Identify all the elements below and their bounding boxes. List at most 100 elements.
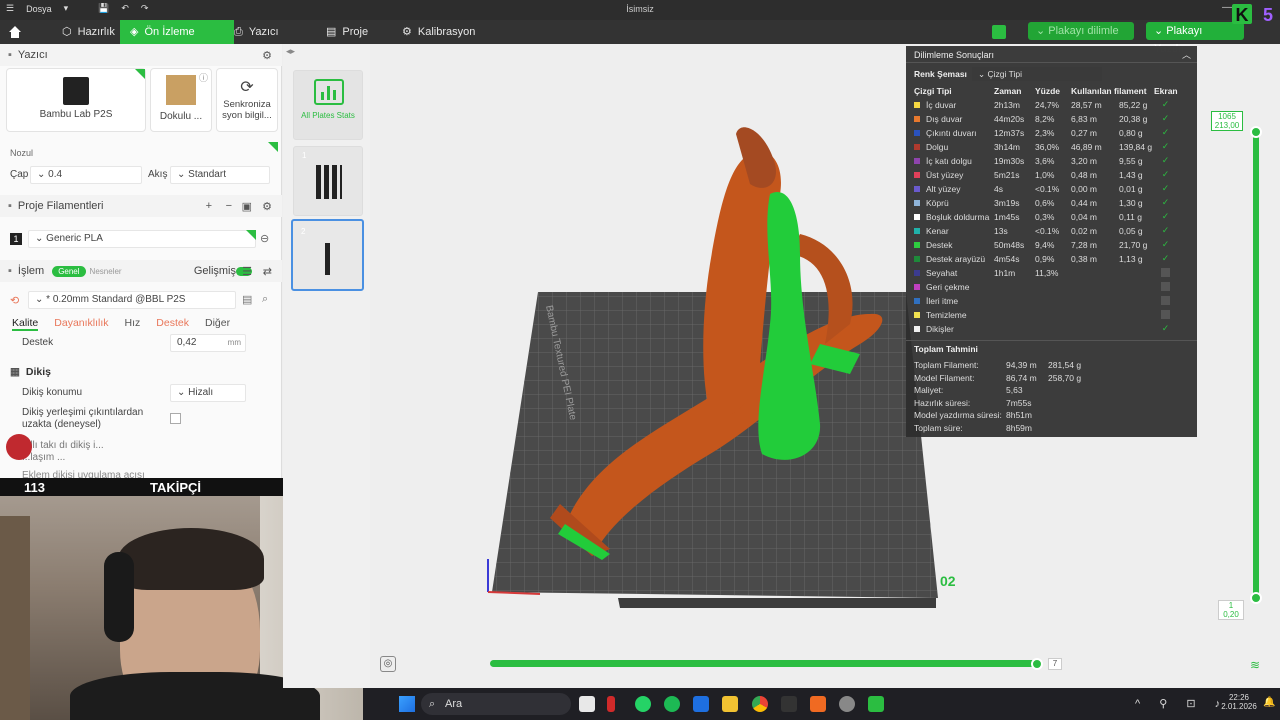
- chrome-icon[interactable]: [752, 696, 768, 712]
- display-checkbox[interactable]: ✓: [1161, 282, 1170, 291]
- tab-project[interactable]: ▤ Proje: [316, 20, 378, 44]
- collapse-sidebar-icon[interactable]: ◂▸: [286, 46, 295, 57]
- all-plates-stats-button[interactable]: All Plates Stats: [293, 70, 363, 140]
- line-type-percent: 24,7%: [1035, 100, 1060, 110]
- display-checkbox[interactable]: ✓: [1161, 212, 1170, 221]
- reset-icon[interactable]: ⟲: [10, 294, 19, 307]
- color-swatch: [914, 228, 920, 234]
- info-icon[interactable]: ⓘ: [199, 71, 208, 84]
- app-icon[interactable]: [810, 696, 826, 712]
- display-checkbox[interactable]: ✓: [1161, 254, 1170, 263]
- display-checkbox[interactable]: ✓: [1161, 128, 1170, 137]
- diameter-select[interactable]: ⌄ 0.4: [30, 166, 142, 184]
- tab-prepare[interactable]: ⬡ Hazırlık: [52, 20, 125, 44]
- gear-icon[interactable]: ⚙: [262, 200, 272, 213]
- flow-select[interactable]: ⌄ Standart: [170, 166, 270, 184]
- toggle-objects[interactable]: Nesneler: [86, 266, 126, 277]
- display-checkbox[interactable]: ✓: [1161, 296, 1170, 305]
- move-slider-track[interactable]: [490, 660, 1038, 667]
- tab-calibration[interactable]: ⚙ Kalibrasyon: [392, 20, 485, 44]
- line-type-length: 7,28 m: [1071, 240, 1097, 250]
- save-profile-icon[interactable]: ▤: [242, 293, 252, 306]
- line-type-length: 0,44 m: [1071, 198, 1097, 208]
- slice-plate-button[interactable]: ⌄ Plakayı dilimle: [1028, 22, 1134, 40]
- clock-time: 22:26: [1228, 693, 1250, 702]
- display-checkbox[interactable]: ✓: [1161, 156, 1170, 165]
- display-checkbox[interactable]: ✓: [1161, 114, 1170, 123]
- tab-printer[interactable]: ⎙ Yazıcı: [224, 20, 289, 44]
- printer-card[interactable]: Bambu Lab P2S: [6, 68, 146, 132]
- collapse-icon[interactable]: ▪: [8, 200, 12, 212]
- display-checkbox[interactable]: ✓: [1161, 310, 1170, 319]
- toggle-general[interactable]: Genel: [52, 265, 86, 277]
- line-type-name: Dolgu: [926, 142, 949, 152]
- plate-layout-icon[interactable]: [992, 25, 1006, 39]
- remove-filament-icon[interactable]: ⊖: [260, 232, 269, 245]
- subtab-speed[interactable]: Hız: [125, 317, 141, 331]
- subtab-support[interactable]: Destek: [156, 317, 189, 331]
- whatsapp-icon[interactable]: [635, 696, 651, 712]
- line-type-percent: 8,2%: [1035, 114, 1055, 124]
- move-slider-handle[interactable]: [1031, 658, 1043, 670]
- search-icon[interactable]: ⌕: [262, 293, 268, 306]
- file-explorer-icon[interactable]: [722, 696, 738, 712]
- logo-5: 5: [1263, 5, 1274, 25]
- ams-icon[interactable]: ▣: [242, 200, 252, 213]
- app-icon[interactable]: [607, 696, 615, 712]
- display-checkbox[interactable]: ✓: [1161, 184, 1170, 193]
- epic-games-icon[interactable]: [781, 696, 797, 712]
- color-scheme-select[interactable]: ⌄ Çizgi Tipi: [972, 67, 1102, 81]
- total-row: Model yazdırma süresi: 8h51m: [906, 410, 1197, 423]
- compare-icon[interactable]: ⇄: [263, 265, 272, 278]
- filament-select[interactable]: ⌄ Generic PLA: [28, 230, 256, 248]
- line-type-percent: 2,3%: [1035, 128, 1055, 138]
- plate-type-card[interactable]: Dokulu ... ⓘ: [150, 68, 212, 132]
- display-checkbox[interactable]: ✓: [1161, 324, 1170, 333]
- display-checkbox[interactable]: ✓: [1161, 226, 1170, 235]
- home-icon[interactable]: [0, 20, 30, 44]
- collapse-icon[interactable]: ▪: [8, 265, 12, 277]
- display-checkbox[interactable]: ✓: [1161, 240, 1170, 249]
- display-checkbox[interactable]: ✓: [1161, 142, 1170, 151]
- collapse-icon[interactable]: ▪: [8, 49, 12, 61]
- taskbar-clock[interactable]: 22:26 2.01.2026: [1219, 693, 1259, 711]
- display-checkbox[interactable]: ✓: [1161, 268, 1170, 277]
- outlook-icon[interactable]: [693, 696, 709, 712]
- subtab-quality[interactable]: Kalite: [12, 317, 39, 331]
- notification-icon[interactable]: 🔔: [1263, 697, 1275, 708]
- seam-position-select[interactable]: ⌄ Hizalı: [170, 384, 246, 402]
- layer-top-handle[interactable]: [1250, 126, 1262, 138]
- line-type-name: Geri çekme: [926, 282, 970, 292]
- spotify-icon[interactable]: [664, 696, 680, 712]
- display-checkbox[interactable]: ✓: [1161, 100, 1170, 109]
- view-reset-icon[interactable]: ◎: [380, 656, 396, 672]
- seam-overhang-checkbox[interactable]: [170, 413, 181, 424]
- subtab-strength[interactable]: Dayanıklılık: [54, 317, 108, 331]
- os-taskbar: ⌕ Ara ^ ⚲ ⊡ ♪ 22:26 2.01.2026 🔔: [363, 688, 1280, 720]
- minimize-icon[interactable]: —: [1222, 2, 1232, 13]
- display-checkbox[interactable]: ✓: [1161, 198, 1170, 207]
- tab-preview[interactable]: ◈ Ön İzleme: [120, 20, 234, 44]
- system-tray-icons[interactable]: ^ ⚲ ⊡ ♪: [1135, 697, 1228, 710]
- collapse-icon[interactable]: ︿: [1182, 48, 1191, 61]
- plate-thumb-2[interactable]: 2: [291, 219, 364, 291]
- remove-icon[interactable]: −: [226, 200, 232, 212]
- add-icon[interactable]: +: [206, 200, 212, 212]
- list-icon[interactable]: ☰: [242, 265, 252, 278]
- task-view-icon[interactable]: [579, 696, 595, 712]
- layer-slider-track[interactable]: [1253, 128, 1259, 600]
- layers-icon[interactable]: ≋: [1250, 658, 1260, 672]
- plate-thumb-1[interactable]: 1: [293, 146, 363, 216]
- print-plate-button[interactable]: ⌄ Plakayı Yazdır: [1146, 22, 1244, 55]
- layer-bottom-handle[interactable]: [1250, 592, 1262, 604]
- bambu-studio-icon[interactable]: [868, 696, 884, 712]
- app-icon[interactable]: [839, 696, 855, 712]
- process-profile-select[interactable]: ⌄ * 0.20mm Standard @BBL P2S: [28, 291, 236, 309]
- windows-start-icon[interactable]: [399, 696, 415, 712]
- subtab-other[interactable]: Diğer: [205, 317, 230, 331]
- gear-icon[interactable]: ⚙: [262, 49, 272, 62]
- support-input[interactable]: 0,42 mm: [170, 334, 246, 352]
- taskbar-search[interactable]: ⌕ Ara: [421, 693, 571, 715]
- display-checkbox[interactable]: ✓: [1161, 170, 1170, 179]
- sync-button[interactable]: ⟳ Senkroniza syon bilgil...: [216, 68, 278, 132]
